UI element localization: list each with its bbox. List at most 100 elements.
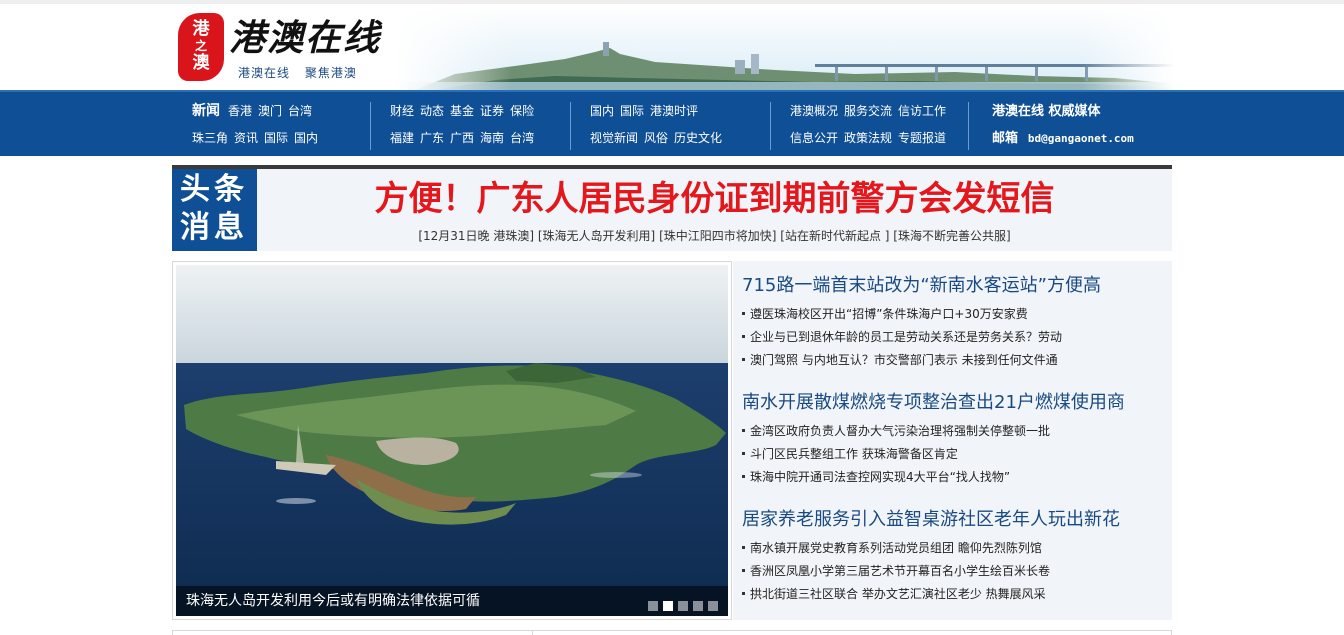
nav-link-taiwan-region[interactable]: 台湾 <box>510 127 534 150</box>
list-item: 澳门驾照 与内地互认？市交警部门表示 未接到任何文件通 <box>742 349 1172 372</box>
slider-dot-1[interactable] <box>648 601 658 611</box>
nav-link-taiwan[interactable]: 台湾 <box>288 100 312 123</box>
news-item-link[interactable]: 斗门区民兵整组工作 获珠海警备区肯定 <box>750 447 958 461</box>
main-navigation: 新闻 香港 澳门 台湾 珠三角 资讯 国际 国内 财经 动态 基金 证券 保险 福建 广东 广西 海南 台湾… <box>0 90 1344 156</box>
news-item-link[interactable]: 遵医珠海校区开出“招博”条件珠海户口+30万安家费 <box>750 307 1028 321</box>
nav-link-international[interactable]: 国际 <box>264 127 288 150</box>
nav-link-securities[interactable]: 证券 <box>480 100 504 123</box>
slider-dot-3[interactable] <box>678 601 688 611</box>
nav-link-finance[interactable]: 财经 <box>390 100 414 123</box>
news-panel: 715路一端首末站改为“新南水客运站”方便高 遵医珠海校区开出“招博”条件珠海户… <box>733 261 1172 620</box>
slider-image-island[interactable]: 珠海无人岛开发利用今后或有明确法律依据可循 <box>176 265 728 616</box>
news-item-link[interactable]: 珠海中院开通司法查控网实现4大平台“找人找物” <box>750 470 1010 484</box>
nav-link-fujian[interactable]: 福建 <box>390 127 414 150</box>
nav-row: 福建 广东 广西 海南 台湾 <box>390 127 540 154</box>
news-item-link[interactable]: 澳门驾照 与内地互认？市交警部门表示 未接到任何文件通 <box>750 353 1058 367</box>
section-border <box>172 630 173 635</box>
logo-seal-char-2: 之 <box>194 39 207 53</box>
nav-link-fund[interactable]: 基金 <box>450 100 474 123</box>
next-section-edge <box>172 630 1172 635</box>
bullet-icon <box>742 591 745 595</box>
photo-slider: 珠海无人岛开发利用今后或有明确法律依据可循 <box>172 261 732 620</box>
news-title-link[interactable]: 居家养老服务引入益智桌游社区老年人玩出新花 <box>742 506 1172 534</box>
section-border <box>1171 630 1172 635</box>
email-link[interactable]: bd@gangaonet.com <box>1028 127 1134 150</box>
city-skyline-banner-icon <box>395 4 1175 90</box>
news-block: 南水开展散煤燃烧专项整治查出21户燃煤使用商 金湾区政府负责人督办大气污染治理将… <box>742 389 1172 489</box>
slider-dot-2[interactable] <box>663 601 673 611</box>
bullet-icon <box>742 428 745 432</box>
email-label: 邮箱 <box>992 131 1019 146</box>
nav-link-special-reports[interactable]: 专题报道 <box>898 127 946 150</box>
nav-link-disclosure[interactable]: 信息公开 <box>790 127 838 150</box>
nav-link-insurance[interactable]: 保险 <box>510 100 534 123</box>
headline-related-link[interactable]: [珠海不断完善公共服] <box>893 229 1010 243</box>
bullet-icon <box>742 357 745 361</box>
site-slogan: 港澳在线 聚焦港澳 <box>238 66 357 80</box>
headline-related-link[interactable]: [珠海无人岛开发利用] <box>538 229 655 243</box>
nav-link-policy[interactable]: 政策法规 <box>844 127 892 150</box>
nav-link-domestic-2[interactable]: 国内 <box>590 100 614 123</box>
nav-link-overview[interactable]: 港澳概况 <box>790 100 838 123</box>
headline-related-link[interactable]: [珠中江阳四市将加快] <box>659 229 776 243</box>
nav-row: 港澳概况 服务交流 信访工作 <box>790 100 952 127</box>
headline-tag: 头条 消息 <box>172 169 257 251</box>
nav-link-macau[interactable]: 澳门 <box>258 100 282 123</box>
nav-link-visual-news[interactable]: 视觉新闻 <box>590 127 638 150</box>
news-title-link[interactable]: 715路一端首末站改为“新南水客运站”方便高 <box>742 272 1172 300</box>
logo-seal-icon[interactable]: 港 之 澳 <box>178 13 224 81</box>
nav-link-service-exchange[interactable]: 服务交流 <box>844 100 892 123</box>
nav-link-hainan[interactable]: 海南 <box>480 127 504 150</box>
slider-dot-4[interactable] <box>693 601 703 611</box>
list-item: 南水镇开展党史教育系列活动党员组团 瞻仰先烈陈列馆 <box>742 537 1172 560</box>
nav-link-info[interactable]: 资讯 <box>234 127 258 150</box>
nav-link-hongkong[interactable]: 香港 <box>228 100 252 123</box>
nav-link-international-2[interactable]: 国际 <box>620 100 644 123</box>
news-list: 遵医珠海校区开出“招博”条件珠海户口+30万安家费 企业与已到退休年龄的员工是劳… <box>742 303 1172 372</box>
nav-row: 财经 动态 基金 证券 保险 <box>390 100 540 127</box>
nav-row: 国内 国际 港澳时评 <box>590 100 728 127</box>
headline-section: 头条 消息 方便！广东人居民身份证到期前警方会发短信 [12月31日晚 港珠澳]… <box>172 165 1172 251</box>
brand-tagline: 港澳在线 权威媒体 <box>992 104 1101 119</box>
nav-row: 新闻 香港 澳门 台湾 <box>192 100 324 127</box>
news-item-link[interactable]: 企业与已到退休年龄的员工是劳动关系还是劳务关系？劳动 <box>750 330 1062 344</box>
nav-link-commentary[interactable]: 港澳时评 <box>650 100 698 123</box>
nav-link-guangxi[interactable]: 广西 <box>450 127 474 150</box>
section-border <box>532 630 533 635</box>
site-logo-text[interactable]: 港澳在线 <box>229 16 381 60</box>
bullet-icon <box>742 568 745 572</box>
nav-link-petition[interactable]: 信访工作 <box>898 100 946 123</box>
headline-tag-line-1: 头条 <box>180 172 248 207</box>
nav-link-pearl-river-delta[interactable]: 珠三角 <box>192 127 228 150</box>
news-list: 南水镇开展党史教育系列活动党员组团 瞻仰先烈陈列馆 香洲区凤凰小学第三届艺术节开… <box>742 537 1172 606</box>
list-item: 斗门区民兵整组工作 获珠海警备区肯定 <box>742 443 1172 466</box>
bullet-icon <box>742 311 745 315</box>
news-title-link[interactable]: 南水开展散煤燃烧专项整治查出21户燃煤使用商 <box>742 389 1172 417</box>
headline-related-link[interactable]: [站在新时代新起点 ] <box>780 229 889 243</box>
nav-divider <box>570 102 571 150</box>
news-block: 居家养老服务引入益智桌游社区老年人玩出新花 南水镇开展党史教育系列活动党员组团 … <box>742 506 1172 606</box>
news-item-link[interactable]: 拱北街道三社区联合 举办文艺汇演社区老少 热舞展风采 <box>750 587 1046 601</box>
nav-link-news[interactable]: 新闻 <box>192 100 220 123</box>
nav-link-history-culture[interactable]: 历史文化 <box>674 127 722 150</box>
nav-link-domestic[interactable]: 国内 <box>294 127 318 150</box>
slider-dot-5[interactable] <box>708 601 718 611</box>
nav-link-guangdong[interactable]: 广东 <box>420 127 444 150</box>
list-item: 金湾区政府负责人督办大气污染治理将强制关停整顿一批 <box>742 420 1172 443</box>
nav-group-finance: 财经 动态 基金 证券 保险 福建 广东 广西 海南 台湾 <box>390 100 540 154</box>
nav-group-commentary: 国内 国际 港澳时评 视觉新闻 风俗 历史文化 <box>590 100 728 154</box>
news-item-link[interactable]: 金湾区政府负责人督办大气污染治理将强制关停整顿一批 <box>750 424 1050 438</box>
nav-link-news-dynamics[interactable]: 动态 <box>420 100 444 123</box>
nav-group-contact: 港澳在线 权威媒体 邮箱 bd@gangaonet.com <box>992 100 1140 154</box>
news-item-link[interactable]: 香洲区凤凰小学第三届艺术节开幕百名小学生绘百米长卷 <box>750 564 1050 578</box>
news-block: 715路一端首末站改为“新南水客运站”方便高 遵医珠海校区开出“招博”条件珠海户… <box>742 272 1172 372</box>
island-photo-icon <box>176 265 728 616</box>
nav-row: 邮箱 bd@gangaonet.com <box>992 127 1140 154</box>
logo-seal-char-1: 港 <box>192 19 210 39</box>
headline-tag-line-2: 消息 <box>180 210 248 245</box>
headline-title-link[interactable]: 方便！广东人居民身份证到期前警方会发短信 <box>257 177 1172 221</box>
headline-related-link[interactable]: [12月31日晚 港珠澳] <box>418 229 534 243</box>
nav-link-customs[interactable]: 风俗 <box>644 127 668 150</box>
site-header: 港 之 澳 港澳在线 港澳在线 聚焦港澳 <box>0 0 1344 90</box>
news-item-link[interactable]: 南水镇开展党史教育系列活动党员组团 瞻仰先烈陈列馆 <box>750 541 1042 555</box>
